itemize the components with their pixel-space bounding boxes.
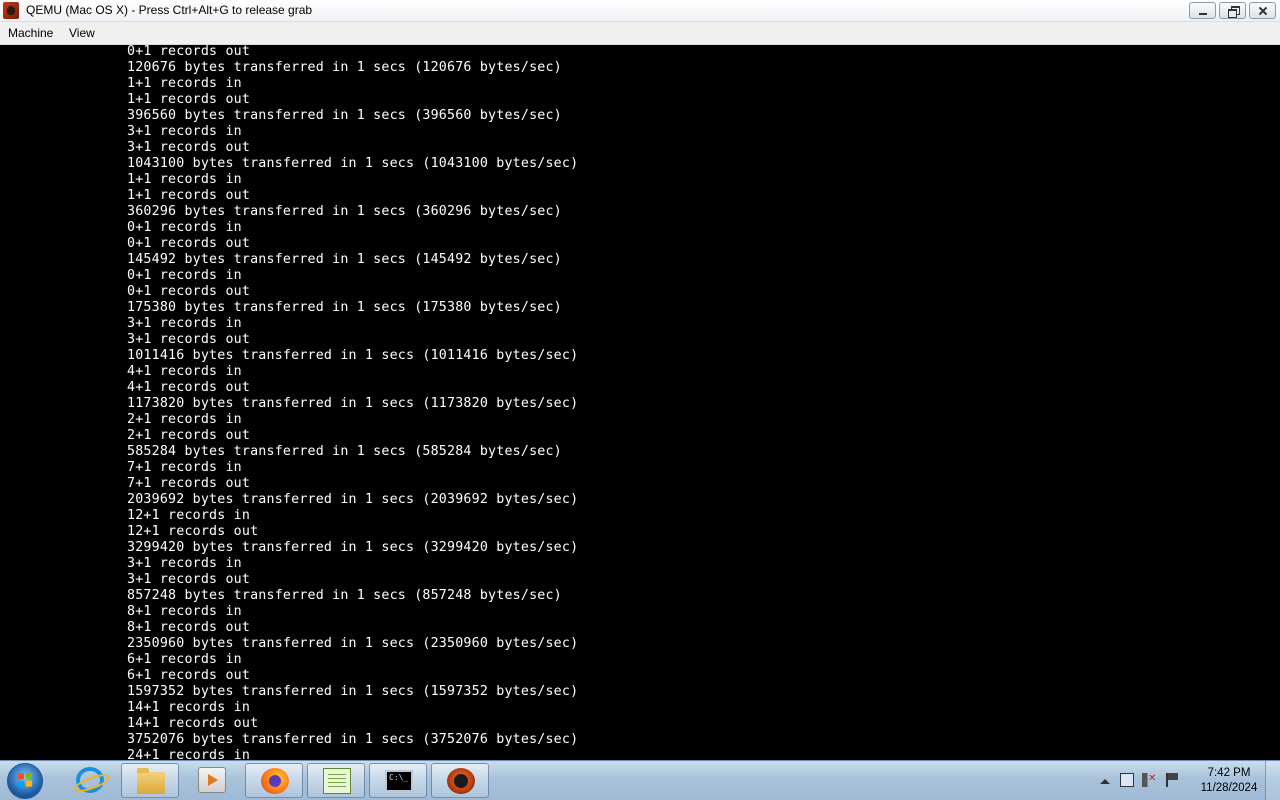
taskbar-item-file-explorer[interactable] [121, 763, 179, 798]
console-line: 0+1 records out [127, 45, 251, 59]
clock-time: 7:42 PM [1207, 767, 1251, 779]
restore-button[interactable] [1219, 2, 1246, 19]
console-line: 3299420 bytes transferred in 1 secs (329… [127, 540, 579, 555]
console-line: 0+1 records in [127, 220, 242, 235]
system-tray: 7:42 PM 11/28/2024 [1080, 761, 1280, 800]
taskbar-item-command-prompt[interactable] [369, 763, 427, 798]
window-title-bar[interactable]: QEMU (Mac OS X) - Press Ctrl+Alt+G to re… [0, 0, 1280, 22]
console-line: 8+1 records in [127, 604, 242, 619]
menu-bar: Machine View [0, 22, 1280, 45]
console-line: 4+1 records in [127, 364, 242, 379]
media-player-icon [198, 767, 226, 793]
console-line: 1043100 bytes transferred in 1 secs (104… [127, 156, 579, 171]
taskbar-clock[interactable]: 7:42 PM 11/28/2024 [1198, 766, 1260, 796]
console-line: 7+1 records out [127, 476, 251, 491]
guest-console[interactable]: 0+1 records out 120676 bytes transferred … [0, 45, 1280, 760]
console-line: 8+1 records out [127, 620, 251, 635]
console-line: 1597352 bytes transferred in 1 secs (159… [127, 684, 579, 699]
console-output: 0+1 records out 120676 bytes transferred … [127, 45, 578, 760]
menu-view[interactable]: View [69, 26, 95, 40]
console-line: 3+1 records out [127, 572, 251, 587]
console-line: 360296 bytes transferred in 1 secs (3602… [127, 204, 562, 219]
console-line: 120676 bytes transferred in 1 secs (1206… [127, 60, 562, 75]
taskbar-item-internet-explorer[interactable] [61, 763, 119, 798]
console-line: 14+1 records in [127, 700, 251, 715]
console-line: 145492 bytes transferred in 1 secs (1454… [127, 252, 562, 267]
window-title: QEMU (Mac OS X) - Press Ctrl+Alt+G to re… [26, 3, 313, 17]
console-line: 3752076 bytes transferred in 1 secs (375… [127, 732, 579, 747]
internet-explorer-icon [76, 767, 104, 793]
console-line: 0+1 records in [127, 268, 242, 283]
console-line: 3+1 records in [127, 316, 242, 331]
action-center-flag-icon[interactable] [1166, 773, 1182, 787]
folder-icon [137, 768, 165, 794]
console-line: 396560 bytes transferred in 1 secs (3965… [127, 108, 562, 123]
taskbar: 7:42 PM 11/28/2024 [0, 760, 1280, 800]
firefox-icon [261, 768, 289, 794]
console-line: 12+1 records in [127, 508, 251, 523]
close-button[interactable] [1249, 2, 1276, 19]
command-prompt-icon [385, 770, 413, 792]
console-line: 1+1 records out [127, 92, 251, 107]
console-line: 585284 bytes transferred in 1 secs (5852… [127, 444, 562, 459]
clock-date: 11/28/2024 [1200, 782, 1258, 794]
console-line: 175380 bytes transferred in 1 secs (1753… [127, 300, 562, 315]
console-line: 1011416 bytes transferred in 1 secs (101… [127, 348, 579, 363]
console-line: 2+1 records out [127, 428, 251, 443]
console-line: 3+1 records out [127, 140, 251, 155]
volume-muted-icon[interactable] [1142, 773, 1156, 787]
console-line: 857248 bytes transferred in 1 secs (8572… [127, 588, 562, 603]
console-line: 6+1 records in [127, 652, 242, 667]
taskbar-item-notepad-plus-plus[interactable] [307, 763, 365, 798]
qemu-icon [447, 768, 475, 794]
console-line: 3+1 records in [127, 124, 242, 139]
console-line: 3+1 records out [127, 332, 251, 347]
console-line: 3+1 records in [127, 556, 242, 571]
console-line: 24+1 records in [127, 748, 251, 760]
console-line: 6+1 records out [127, 668, 251, 683]
console-line: 7+1 records in [127, 460, 242, 475]
menu-machine[interactable]: Machine [8, 26, 53, 40]
console-line: 1+1 records in [127, 172, 242, 187]
console-line: 0+1 records out [127, 236, 251, 251]
console-line: 12+1 records out [127, 524, 259, 539]
network-icon[interactable] [1120, 773, 1134, 787]
show-desktop-button[interactable] [1265, 761, 1280, 800]
console-line: 14+1 records out [127, 716, 259, 731]
taskbar-item-media-player[interactable] [183, 763, 241, 798]
console-line: 2350960 bytes transferred in 1 secs (235… [127, 636, 579, 651]
taskbar-item-qemu[interactable] [431, 763, 489, 798]
notepad-plus-plus-icon [323, 768, 351, 794]
minimize-button[interactable] [1189, 2, 1216, 19]
qemu-app-icon[interactable] [3, 2, 19, 19]
console-line: 4+1 records out [127, 380, 251, 395]
console-line: 2039692 bytes transferred in 1 secs (203… [127, 492, 579, 507]
console-line: 2+1 records in [127, 412, 242, 427]
console-line: 1+1 records in [127, 76, 242, 91]
taskbar-item-firefox[interactable] [245, 763, 303, 798]
console-line: 1+1 records out [127, 188, 251, 203]
start-button[interactable] [7, 763, 43, 799]
console-line: 1173820 bytes transferred in 1 secs (117… [127, 396, 579, 411]
window-controls [1189, 2, 1276, 19]
console-line: 0+1 records out [127, 284, 251, 299]
show-hidden-icons-icon[interactable] [1100, 779, 1110, 784]
